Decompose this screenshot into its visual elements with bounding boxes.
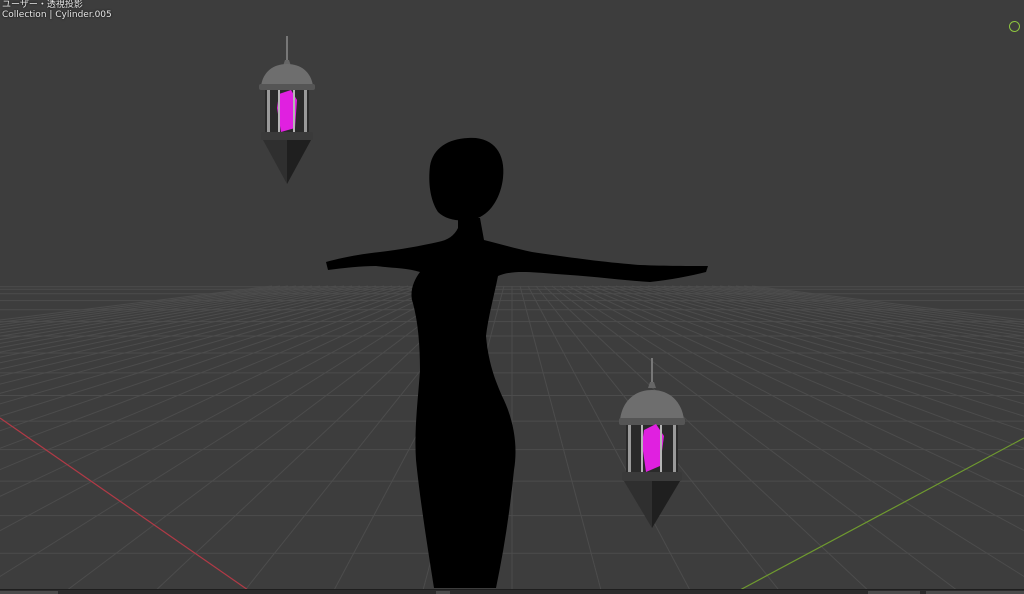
grid-line: [0, 285, 273, 321]
grid-line: [655, 285, 1024, 364]
grid-line: [519, 285, 603, 594]
lantern-bottom-right[interactable]: [619, 358, 685, 528]
x-axis-line: [0, 417, 249, 591]
grid-line: [663, 285, 1024, 358]
grid-line: [0, 285, 409, 405]
collection-path-label: Collection | Cylinder.005: [2, 10, 112, 20]
grid-line: [0, 285, 401, 394]
grid-line: [679, 285, 1024, 349]
y-axis-line: [739, 437, 1024, 591]
grid-line: [0, 285, 353, 353]
grid-line: [0, 285, 393, 385]
status-bar: [0, 589, 1024, 594]
grid-line: [0, 285, 361, 358]
viewport-scene[interactable]: [0, 0, 1024, 594]
grid-line: [671, 285, 1024, 353]
grid-line: [639, 285, 1024, 377]
grid-line: [0, 285, 465, 578]
grid-line: [631, 285, 1024, 385]
3d-viewport[interactable]: ユーザー・透視投影 Collection | Cylinder.005: [0, 0, 1024, 594]
circle-icon[interactable]: [1009, 21, 1020, 32]
lantern-top-left[interactable]: [259, 36, 315, 184]
grid-line: [543, 285, 873, 594]
grid-line: [751, 285, 1024, 321]
grid-line: [0, 285, 385, 377]
grid-line: [0, 285, 345, 349]
grid-line: [0, 285, 369, 364]
grid-line: [623, 285, 1024, 394]
